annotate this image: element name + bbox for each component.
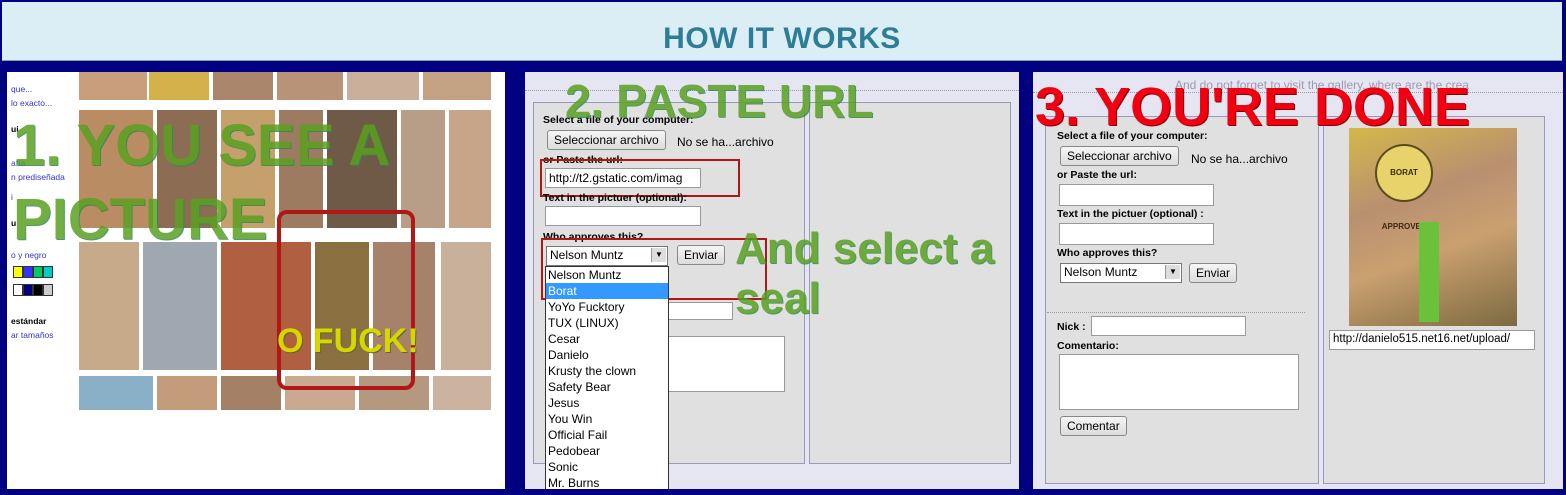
seal-select[interactable]: Nelson Muntz ▼ [1060, 263, 1182, 283]
send-button[interactable]: Enviar [1189, 263, 1238, 283]
seal-option[interactable]: Danielo [546, 347, 668, 363]
color-swatch[interactable] [23, 266, 33, 278]
sidebar-link[interactable]: que... [11, 84, 32, 94]
chevron-down-icon[interactable]: ▼ [1165, 265, 1180, 279]
exclamation-text: O FUCK! [277, 322, 419, 360]
url-label: or Paste the url: [1057, 169, 1137, 181]
result-thumbnail[interactable] [423, 72, 491, 100]
color-swatch[interactable] [33, 284, 43, 296]
result-thumbnail[interactable] [213, 72, 273, 100]
result-thumbnail[interactable] [79, 242, 139, 370]
borat-approves-seal: BORAT APPROVES [1375, 144, 1433, 231]
seal-option[interactable]: Safety Bear [546, 379, 668, 395]
sidebar-link[interactable]: ar tamaños [11, 330, 54, 340]
result-thumbnail[interactable] [221, 376, 281, 410]
file-status: No se ha...archivo [1191, 152, 1288, 166]
nick-input[interactable] [1091, 316, 1246, 336]
page-title: HOW IT WORKS [663, 22, 901, 55]
file-status: No se ha...archivo [677, 135, 774, 149]
result-thumbnail[interactable] [157, 376, 217, 410]
seal-option[interactable]: Mr. Burns [546, 475, 668, 489]
seal-select-value: Nelson Muntz [1064, 265, 1138, 279]
step3-overlay: 3. YOU'RE DONE [1035, 77, 1470, 137]
step1-overlay: 1. YOU SEE A [13, 113, 391, 178]
result-thumbnail[interactable] [449, 110, 491, 228]
color-swatch[interactable] [43, 284, 53, 296]
text-label: Text in the pictuer (optional): [543, 192, 687, 204]
seal-options-list[interactable]: Nelson Muntz Borat YoYo Fucktory TUX (LINUX… [545, 266, 669, 489]
sidebar-heading: estándar [11, 316, 47, 326]
seal-option[interactable]: TUX (LINUX) [546, 315, 668, 331]
sidebar-link[interactable]: lo exacto... [11, 98, 52, 108]
mankini-shape [1419, 222, 1439, 322]
result-thumbnail[interactable] [79, 72, 147, 100]
color-swatch[interactable] [43, 266, 53, 278]
result-thumbnail[interactable] [79, 376, 153, 410]
seal-option[interactable]: Jesus [546, 395, 668, 411]
seal-option[interactable]: Krusty the clown [546, 363, 668, 379]
step1-panel: que... lo exacto... ui afía n prediseñad… [7, 72, 505, 489]
seal-option[interactable]: Sonic [546, 459, 668, 475]
nick-label: Nick : [1057, 321, 1086, 333]
comment-button[interactable]: Comentar [1060, 416, 1127, 436]
text-input[interactable] [545, 206, 701, 226]
seal-option[interactable]: Nelson Muntz [546, 267, 668, 283]
result-thumbnail[interactable] [143, 242, 217, 370]
color-swatch[interactable] [13, 266, 23, 278]
seal-option[interactable]: Borat [546, 283, 668, 299]
result-thumbnail[interactable] [441, 242, 491, 370]
step2-overlay: 2. PASTE URL [565, 75, 874, 127]
color-swatch[interactable] [13, 284, 23, 296]
seal-option[interactable]: Official Fail [546, 427, 668, 443]
seal-option[interactable]: You Win [546, 411, 668, 427]
seal-option[interactable]: YoYo Fucktory [546, 299, 668, 315]
seal-instruction: And select a seal [735, 224, 995, 323]
text-input[interactable] [1059, 223, 1214, 245]
comment-label: Comentario: [1057, 340, 1119, 352]
seal-option[interactable]: Pedobear [546, 443, 668, 459]
choose-file-button[interactable]: Seleccionar archivo [547, 130, 666, 150]
divider [1047, 312, 1305, 313]
choose-file-button[interactable]: Seleccionar archivo [1060, 146, 1179, 166]
color-swatch[interactable] [23, 284, 33, 296]
result-image: BORAT APPROVES [1349, 128, 1517, 326]
page-header: HOW IT WORKS [2, 2, 1562, 61]
result-url-field[interactable]: http://danielo515.net16.net/upload/ [1329, 330, 1535, 350]
result-thumbnail[interactable] [347, 72, 419, 100]
color-swatch[interactable] [33, 266, 43, 278]
text-label: Text in the pictuer (optional) : [1057, 208, 1204, 220]
result-thumbnail[interactable] [433, 376, 491, 410]
approve-label: Who approves this? [1057, 247, 1158, 259]
url-input[interactable] [1059, 184, 1214, 206]
highlight-box [277, 210, 415, 390]
result-thumbnail[interactable] [277, 72, 343, 100]
seal-option[interactable]: Cesar [546, 331, 668, 347]
comment-textarea[interactable] [1059, 354, 1299, 410]
step3-panel: And do not forget to visit the gallery, … [1033, 72, 1563, 489]
step2-panel: Select a file of your computer: Seleccio… [525, 72, 1019, 489]
step1-overlay: PICTURE [13, 187, 268, 252]
result-thumbnail[interactable] [149, 72, 209, 100]
